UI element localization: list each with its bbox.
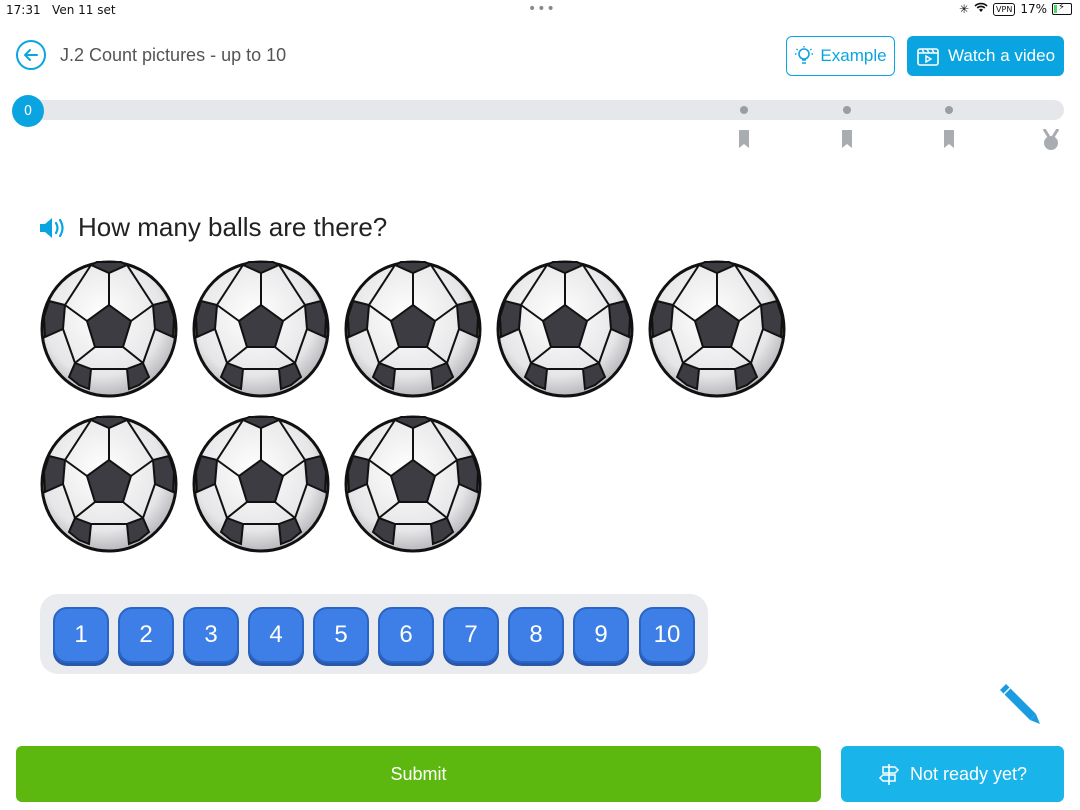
milestone-dot bbox=[843, 106, 851, 114]
milestone-dot bbox=[945, 106, 953, 114]
signpost-icon bbox=[878, 764, 900, 785]
answer-option-10[interactable]: 10 bbox=[639, 607, 695, 663]
soccer-ball bbox=[343, 259, 483, 399]
not-ready-button[interactable]: Not ready yet? bbox=[841, 746, 1064, 802]
arrow-left-icon bbox=[24, 49, 38, 61]
answer-option-5[interactable]: 5 bbox=[313, 607, 369, 663]
milestone-dot bbox=[740, 106, 748, 114]
answer-option-1[interactable]: 1 bbox=[53, 607, 109, 663]
back-button[interactable] bbox=[16, 40, 46, 70]
status-time: 17:31 Ven 11 set bbox=[6, 3, 116, 17]
answer-option-8[interactable]: 8 bbox=[508, 607, 564, 663]
answer-option-3[interactable]: 3 bbox=[183, 607, 239, 663]
watch-video-button[interactable]: Watch a video bbox=[907, 36, 1064, 76]
battery-percent: 17% bbox=[1020, 2, 1047, 16]
soccer-ball bbox=[191, 414, 331, 554]
smartscore-indicator: 0 bbox=[12, 95, 44, 127]
answer-option-4[interactable]: 4 bbox=[248, 607, 304, 663]
submit-button[interactable]: Submit bbox=[16, 746, 821, 802]
soccer-ball bbox=[495, 259, 635, 399]
bookmark-icon bbox=[944, 130, 954, 148]
answer-option-6[interactable]: 6 bbox=[378, 607, 434, 663]
soccer-ball bbox=[647, 259, 787, 399]
pencil-icon[interactable] bbox=[996, 680, 1042, 726]
loading-spinner-icon: ✳ bbox=[958, 2, 970, 16]
soccer-ball bbox=[39, 259, 179, 399]
multitask-dots-icon[interactable]: ••• bbox=[528, 1, 556, 17]
vpn-badge: VPN bbox=[993, 2, 1016, 16]
not-ready-label: Not ready yet? bbox=[909, 763, 1028, 784]
status-bar: 17:31 Ven 11 set ••• ✳ VPN 17% ⚡ bbox=[0, 0, 1080, 20]
answer-option-9[interactable]: 9 bbox=[573, 607, 629, 663]
soccer-ball bbox=[343, 414, 483, 554]
soccer-ball bbox=[39, 414, 179, 554]
bookmark-icon bbox=[842, 130, 852, 148]
lightbulb-icon bbox=[795, 46, 814, 64]
speaker-icon[interactable] bbox=[38, 216, 68, 240]
question-row: How many balls are there? bbox=[38, 212, 387, 243]
bookmark-icon bbox=[739, 130, 749, 148]
skill-title: J.2 Count pictures - up to 10 bbox=[60, 45, 287, 65]
answer-option-7[interactable]: 7 bbox=[443, 607, 499, 663]
video-clapper-icon bbox=[917, 48, 939, 66]
watch-video-label: Watch a video bbox=[947, 46, 1056, 65]
answer-option-2[interactable]: 2 bbox=[118, 607, 174, 663]
example-button[interactable]: Example bbox=[786, 36, 895, 76]
example-label: Example bbox=[820, 46, 887, 65]
question-text: How many balls are there? bbox=[78, 212, 388, 242]
wifi-icon bbox=[974, 2, 988, 16]
soccer-ball bbox=[191, 259, 331, 399]
medal-icon bbox=[1042, 129, 1060, 150]
smartscore-track bbox=[28, 100, 1064, 120]
battery-icon: ⚡ bbox=[1052, 2, 1072, 15]
